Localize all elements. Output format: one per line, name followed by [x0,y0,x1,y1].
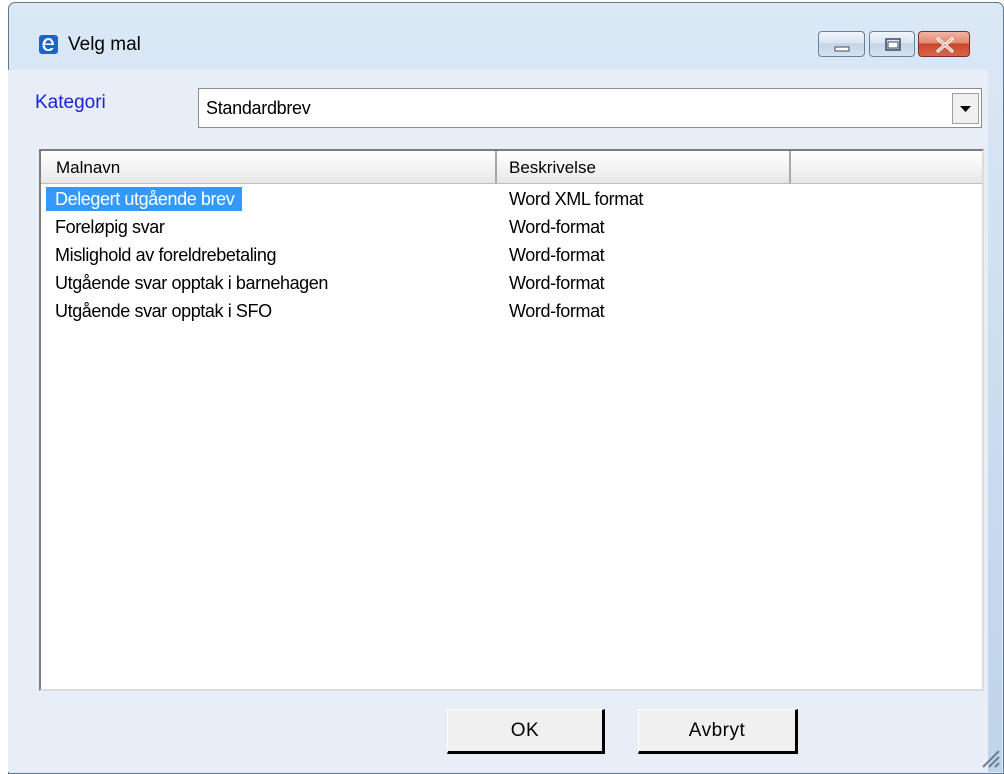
restore-icon [885,38,901,51]
minimize-icon [834,46,850,52]
column-header-description[interactable]: Beskrivelse [497,151,791,183]
ok-button[interactable]: OK [447,709,605,754]
chevron-down-icon [960,106,971,112]
template-name: Utgående svar opptak i SFO [55,301,272,321]
list-item[interactable]: Utgående svar opptak i barnehagen Word-f… [41,269,982,297]
list-item[interactable]: Delegert utgående brev Word XML format [41,185,982,213]
template-name: Utgående svar opptak i barnehagen [55,273,329,293]
list-item[interactable]: Utgående svar opptak i SFO Word-format [41,297,982,325]
minimize-button[interactable] [818,31,865,57]
template-description: Word-format [509,245,605,265]
column-header-empty[interactable] [791,151,982,183]
window-title: Velg mal [68,34,141,55]
close-icon [936,37,954,53]
template-list[interactable]: Malnavn Beskrivelse Delegert utgående br… [39,149,984,691]
dropdown-arrow-button[interactable] [952,93,979,124]
template-description: Word-format [509,217,605,237]
close-button[interactable] [918,31,970,57]
template-description: Word-format [509,273,605,293]
category-label: Kategori [35,92,106,113]
cancel-button[interactable]: Avbryt [638,709,798,754]
resize-grip-icon[interactable] [978,746,1000,768]
category-dropdown[interactable]: Standardbrev [198,88,982,128]
list-header: Malnavn Beskrivelse [41,151,982,184]
template-name: Mislighold av foreldrebetaling [55,245,277,265]
column-header-name[interactable]: Malnavn [41,151,497,183]
maximize-button[interactable] [869,31,915,57]
app-icon [39,35,58,54]
template-description: Word-format [509,301,605,321]
list-item[interactable]: Mislighold av foreldrebetaling Word-form… [41,241,982,269]
list-item[interactable]: Foreløpig svar Word-format [41,213,982,241]
template-description: Word XML format [509,189,644,209]
category-dropdown-value: Standardbrev [206,98,311,118]
template-name: Foreløpig svar [55,217,165,237]
template-name: Delegert utgående brev [46,187,243,211]
